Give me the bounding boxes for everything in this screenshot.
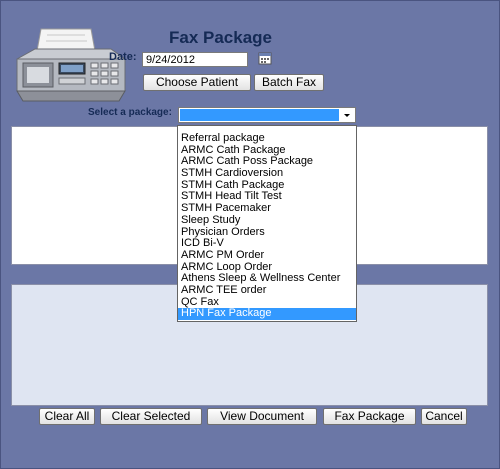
dropdown-option-highlighted[interactable]: HPN Fax Package xyxy=(178,308,356,320)
date-field[interactable]: 9/24/2012 xyxy=(142,52,248,67)
select-package-label: Select a package: xyxy=(88,107,172,118)
batch-fax-button[interactable]: Batch Fax xyxy=(254,74,324,91)
date-label: Date: xyxy=(109,51,137,63)
dropdown-arrow-icon[interactable] xyxy=(341,109,353,121)
fax-package-window: Fax Package Date: 9/24/2012 Choose Patie… xyxy=(0,0,500,469)
dropdown-option[interactable]: STMH Cardioversion xyxy=(178,167,356,180)
cancel-button[interactable]: Cancel xyxy=(421,408,467,425)
clear-all-button[interactable]: Clear All xyxy=(39,408,95,425)
select-selected-value xyxy=(180,109,339,121)
package-dropdown-list[interactable]: Referral package ARMC Cath Package ARMC … xyxy=(177,125,357,322)
calendar-icon[interactable] xyxy=(258,51,272,65)
page-title: Fax Package xyxy=(169,28,273,47)
fax-package-button[interactable]: Fax Package xyxy=(323,408,416,425)
clear-selected-button[interactable]: Clear Selected xyxy=(100,408,202,425)
dropdown-option[interactable]: ARMC PM Order xyxy=(178,249,356,262)
dropdown-option[interactable]: Referral package xyxy=(178,132,356,145)
package-select[interactable] xyxy=(178,107,356,123)
dropdown-option[interactable]: Sleep Study xyxy=(178,214,356,227)
dropdown-option[interactable]: ARMC TEE order xyxy=(178,284,356,297)
fax-machine-icon xyxy=(16,28,126,102)
view-document-button[interactable]: View Document xyxy=(207,408,317,425)
choose-patient-button[interactable]: Choose Patient xyxy=(143,74,251,91)
